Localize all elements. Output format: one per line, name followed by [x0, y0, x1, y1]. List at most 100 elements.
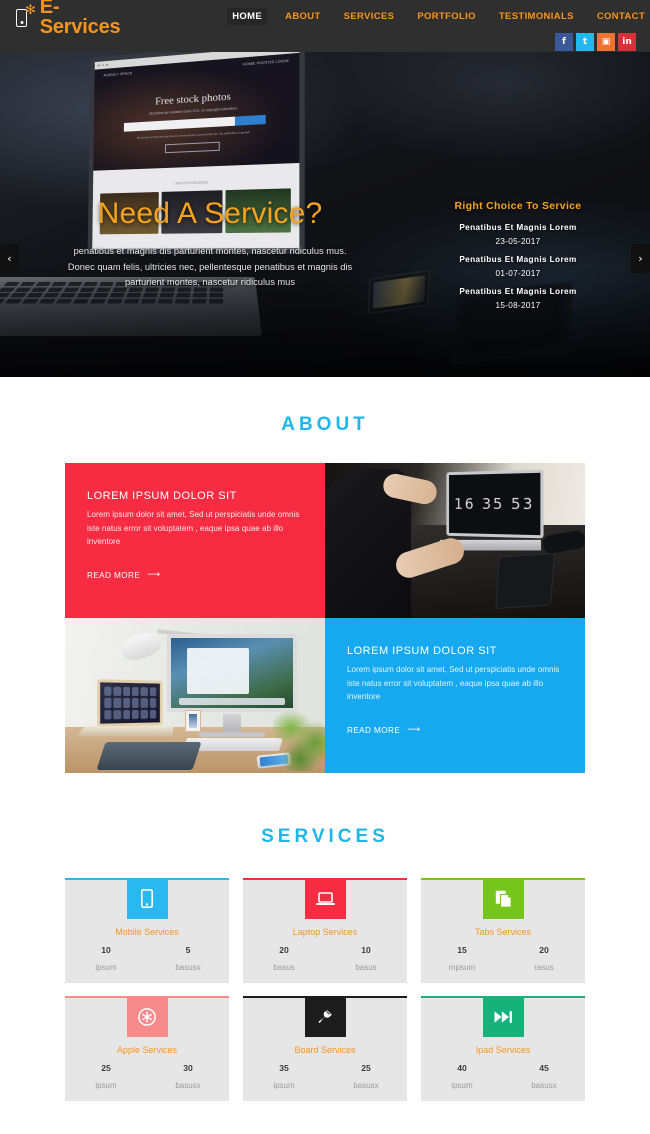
service-stat-label: basusx — [175, 963, 201, 972]
service-stat-label: ipsum — [95, 1081, 117, 1090]
about-panel-text: Lorem ipsum dolor sit amet, Sed ut persp… — [347, 665, 560, 701]
service-stat-label: basus — [273, 963, 295, 972]
arrow-right-icon: ⟶ — [147, 569, 161, 580]
laptop-page-menu: HOME PHOTOS LOGIN — [243, 58, 289, 67]
service-stat-number: 20 — [279, 945, 289, 955]
nav-item-contact[interactable]: CONTACT — [592, 8, 650, 25]
hero-slider: AGENCY SPACE HOME PHOTOS LOGIN Free stoc… — [0, 52, 650, 377]
instagram-icon[interactable]: ▣ — [597, 33, 615, 51]
about-photo-top-right: 16 35 53 — [325, 463, 585, 618]
service-stat-label: ipsum — [451, 1081, 473, 1090]
photo-small-laptop-screen — [97, 679, 163, 727]
about-section: ABOUT LOREM IPSUM DOLOR SIT Lorem ipsum … — [0, 377, 650, 773]
site-logo[interactable]: ✻ E-Services — [14, 0, 131, 37]
power-plug-icon — [304, 996, 346, 1037]
service-stat: 40 ipsum — [421, 1063, 503, 1090]
service-stat: 45 basusx — [503, 1063, 585, 1090]
service-card-stats: 25 ipsum 30 basusx — [65, 1063, 229, 1090]
hero-side-panel: Right Choice To Service Penatibus Et Mag… — [428, 200, 608, 319]
about-read-more-red[interactable]: READ MORE ⟶ — [87, 569, 161, 580]
photo-imac-dock — [179, 698, 285, 705]
service-stat: 25 ipsum — [65, 1063, 147, 1090]
photo-laptop-screen: 16 35 53 — [446, 469, 544, 539]
nav-item-home[interactable]: HOME — [227, 8, 268, 25]
facebook-icon[interactable]: f — [555, 33, 573, 51]
hero-description: penatibus et magnis dis parturient monte… — [67, 246, 353, 287]
nav-item-portfolio[interactable]: PORTFOLIO — [412, 8, 481, 25]
laptop-page-button — [164, 141, 220, 153]
twitter-icon[interactable]: t — [576, 33, 594, 51]
nav-item-about[interactable]: ABOUT — [280, 8, 326, 25]
main-navigation: HOME ABOUT SERVICES PORTFOLIO TESTIMONIA… — [227, 8, 650, 25]
nav-item-testimonials[interactable]: TESTIMONIALS — [494, 8, 579, 25]
read-more-label: READ MORE — [87, 570, 141, 580]
service-stat-label: basusx — [353, 1081, 379, 1090]
photo-imac-foot — [199, 732, 265, 737]
service-card-stats: 20 basus 10 basus — [243, 945, 407, 972]
about-panel-heading: LOREM IPSUM DOLOR SIT — [347, 645, 497, 657]
laptop-page-search — [123, 114, 266, 132]
hero-side-item-date: 23-05-2017 — [495, 237, 541, 246]
about-grid: LOREM IPSUM DOLOR SIT Lorem ipsum dolor … — [65, 463, 585, 773]
hero-title: Need A Service? — [97, 197, 323, 230]
service-stat-number: 25 — [101, 1063, 111, 1073]
services-title: SERVICES — [261, 826, 389, 847]
service-card-laptop[interactable]: Laptop Services 20 basus 10 basus — [243, 878, 407, 983]
service-stat-label: rasus — [534, 963, 554, 972]
hero-side-item: Penatibus Et Magnis Lorem 01-07-2017 — [428, 255, 608, 278]
service-stat-label: ipsum — [95, 963, 117, 972]
service-stat-number: 5 — [185, 945, 191, 955]
fast-forward-icon — [482, 996, 524, 1037]
service-card-apple[interactable]: Apple Services 25 ipsum 30 basusx — [65, 996, 229, 1101]
service-stat: 10 ipsum — [65, 945, 147, 972]
gear-icon: ✻ — [25, 1, 36, 17]
logo-text: E-Services — [39, 0, 121, 38]
services-grid: Mobile Services 10 ipsum 5 basusx Laptop… — [65, 878, 585, 1101]
linkedin-icon[interactable]: in — [618, 33, 636, 51]
service-stat-label: mpsum — [448, 963, 476, 972]
service-card-name: Tabs Services — [474, 927, 532, 937]
service-card-name: Apple Services — [116, 1045, 178, 1055]
service-card-stats: 10 ipsum 5 basusx — [65, 945, 229, 972]
slider-prev-arrow-icon[interactable]: ‹ — [0, 244, 19, 273]
service-stat: 30 basusx — [147, 1063, 229, 1090]
service-stat-label: basus — [355, 963, 377, 972]
service-stat-label: basusx — [531, 1081, 557, 1090]
nav-item-services[interactable]: SERVICES — [339, 8, 400, 25]
service-stat: 20 basus — [243, 945, 325, 972]
service-card-mobile[interactable]: Mobile Services 10 ipsum 5 basusx — [65, 878, 229, 983]
about-read-more-blue[interactable]: READ MORE ⟶ — [347, 724, 421, 735]
hero-side-item-date: 15-08-2017 — [495, 301, 541, 310]
mobile-phone-icon — [126, 878, 168, 919]
service-stat-label: basusx — [175, 1081, 201, 1090]
hero-caption: Need A Service? penatibus et magnis dis … — [60, 197, 360, 291]
service-stat: 25 basusx — [325, 1063, 407, 1090]
service-card-tabs[interactable]: Tabs Services 15 mpsum 20 rasus — [421, 878, 585, 983]
photo-imac-screen — [167, 634, 297, 712]
photo-small-laptop-base — [77, 726, 174, 737]
photo-plant — [273, 709, 325, 771]
slider-next-arrow-icon[interactable]: › — [631, 244, 650, 273]
about-title: ABOUT — [281, 414, 369, 435]
photo-drawing-tablet — [96, 742, 202, 770]
service-card-name: Mobile Services — [115, 927, 179, 937]
site-header: ✻ E-Services HOME ABOUT SERVICES PORTFOL… — [0, 0, 650, 52]
service-stat-number: 40 — [457, 1063, 467, 1073]
service-stat: 20 rasus — [503, 945, 585, 972]
arrow-right-icon: ⟶ — [407, 724, 421, 735]
hero-side-item-label: Penatibus Et Magnis Lorem — [459, 223, 577, 232]
service-stat: 35 ipsum — [243, 1063, 325, 1090]
laptop-page-hero: AGENCY SPACE HOME PHOTOS LOGIN Free stoc… — [93, 52, 300, 171]
about-panel-red: LOREM IPSUM DOLOR SIT Lorem ipsum dolor … — [65, 463, 325, 618]
service-stat-number: 10 — [361, 945, 371, 955]
service-card-name: Laptop Services — [292, 927, 358, 937]
service-stat-number: 10 — [101, 945, 111, 955]
service-stat-number: 45 — [539, 1063, 549, 1073]
service-card-board[interactable]: Board Services 35 ipsum 25 basusx — [243, 996, 407, 1101]
laptop-page-brand: AGENCY SPACE — [103, 71, 133, 78]
service-stat: 5 basusx — [147, 945, 229, 972]
hero-side-item-date: 01-07-2017 — [495, 269, 541, 278]
service-card-ipad[interactable]: Ipad Services 40 ipsum 45 basusx — [421, 996, 585, 1101]
header-top-row: ✻ E-Services HOME ABOUT SERVICES PORTFOL… — [0, 0, 650, 37]
tabs-document-icon — [482, 878, 524, 919]
